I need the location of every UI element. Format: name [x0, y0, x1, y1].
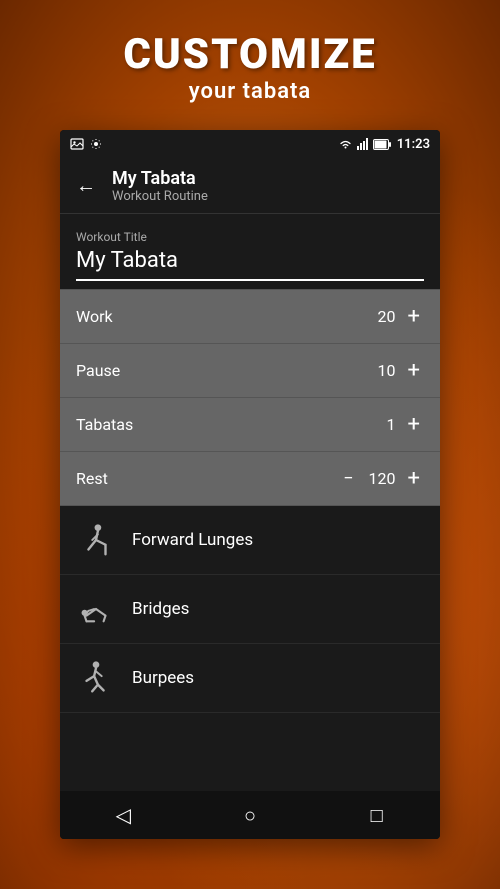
setting-value-work: 20	[366, 307, 396, 326]
setting-value-pause: 10	[366, 361, 396, 380]
status-time: 11:23	[397, 137, 430, 152]
bottom-nav: ◁ ○ □	[60, 791, 440, 839]
setting-plus-tabatas[interactable]: +	[404, 412, 424, 437]
exercise-name-bridges: Bridges	[132, 599, 189, 619]
battery-icon	[373, 139, 391, 150]
exercise-row-lunges[interactable]: Forward Lunges	[60, 506, 440, 575]
workout-title-section: Workout Title My Tabata	[60, 214, 440, 290]
setting-value-tabatas: 1	[366, 415, 396, 434]
status-right-icons: 11:23	[338, 137, 430, 152]
setting-label-rest: Rest	[76, 469, 108, 488]
setting-plus-rest[interactable]: +	[404, 466, 424, 491]
settings-section: Work 20 + Pause 10 + Tabatas 1 +	[60, 290, 440, 506]
app-bar-titles: My Tabata Workout Routine	[112, 168, 208, 204]
signal-icon	[357, 138, 369, 150]
setting-controls-work: 20 +	[366, 304, 424, 329]
setting-row-tabatas: Tabatas 1 +	[60, 398, 440, 452]
app-bar-title: My Tabata	[112, 168, 208, 189]
workout-title-label: Workout Title	[76, 230, 424, 244]
setting-row-pause: Pause 10 +	[60, 344, 440, 398]
phone-frame: 11:23 ← My Tabata Workout Routine Workou…	[60, 130, 440, 839]
nav-back-button[interactable]: ◁	[93, 791, 153, 839]
hero-subtitle: your tabata	[0, 79, 500, 104]
app-bar-subtitle: Workout Routine	[112, 189, 208, 204]
setting-row-rest: Rest − 120 +	[60, 452, 440, 506]
setting-plus-pause[interactable]: +	[404, 358, 424, 383]
status-icon-2	[90, 138, 102, 150]
setting-controls-rest: − 120 +	[339, 466, 424, 491]
setting-minus-rest[interactable]: −	[339, 468, 357, 489]
lunges-icon	[76, 520, 116, 560]
burpees-icon	[76, 658, 116, 698]
hero-title: CUSTOMIZE	[0, 30, 500, 79]
setting-value-rest: 120	[366, 469, 396, 488]
setting-controls-pause: 10 +	[366, 358, 424, 383]
exercise-section: Forward Lunges	[60, 506, 440, 839]
exercise-row-bridges[interactable]: Bridges	[60, 575, 440, 644]
setting-label-work: Work	[76, 307, 113, 326]
hero-section: CUSTOMIZE your tabata	[0, 30, 500, 104]
status-bar: 11:23	[60, 130, 440, 158]
setting-label-pause: Pause	[76, 361, 120, 380]
wifi-icon	[338, 138, 353, 150]
workout-title-value[interactable]: My Tabata	[76, 248, 424, 281]
setting-controls-tabatas: 1 +	[366, 412, 424, 437]
status-icon-1	[70, 138, 84, 150]
setting-label-tabatas: Tabatas	[76, 415, 133, 434]
app-bar: ← My Tabata Workout Routine	[60, 158, 440, 214]
exercise-name-burpees: Burpees	[132, 668, 194, 688]
status-left-icons	[70, 138, 102, 150]
setting-plus-work[interactable]: +	[404, 304, 424, 329]
nav-home-button[interactable]: ○	[220, 791, 280, 839]
nav-recent-button[interactable]: □	[347, 791, 407, 839]
bridges-icon	[76, 589, 116, 629]
setting-row-work: Work 20 +	[60, 290, 440, 344]
back-button[interactable]: ←	[76, 173, 96, 198]
exercise-name-lunges: Forward Lunges	[132, 530, 253, 550]
exercise-row-burpees[interactable]: Burpees	[60, 644, 440, 713]
